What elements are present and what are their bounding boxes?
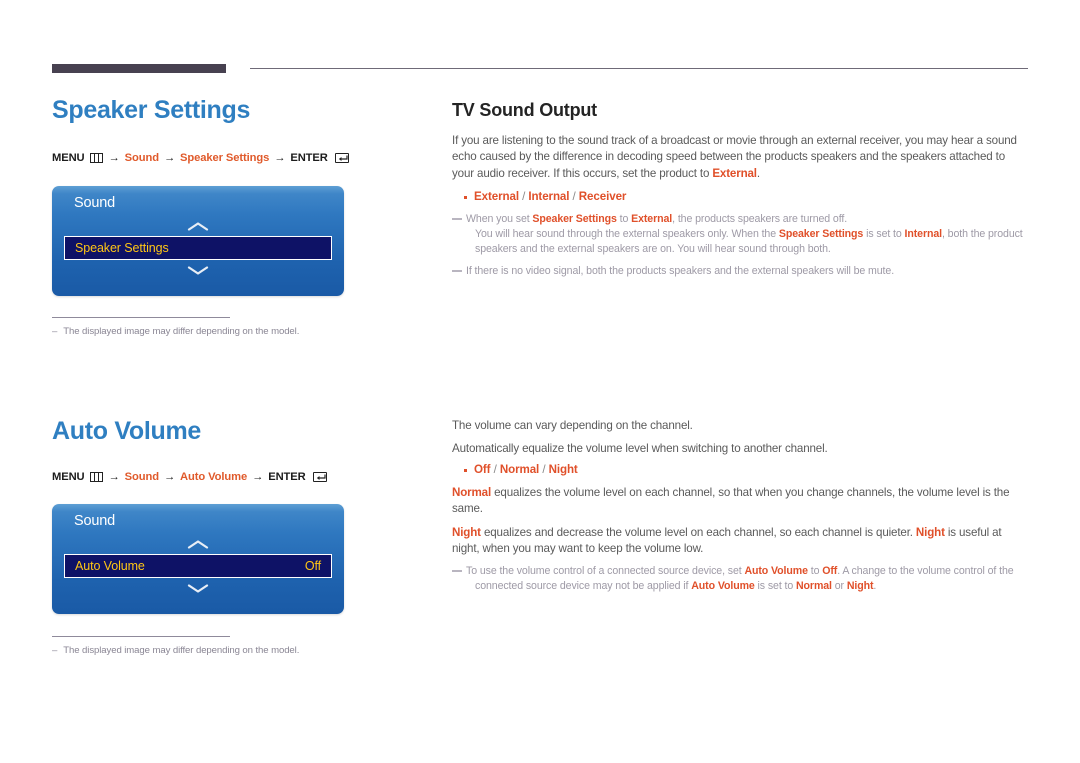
note-dash-icon <box>452 570 462 573</box>
enter-return-icon <box>312 472 327 482</box>
option-separator-1: / <box>522 190 526 204</box>
note-line-1: To use the volume control of a connected… <box>466 565 1014 578</box>
topic-tv-sound-output: TV Sound Output If you are listening to … <box>452 100 1028 286</box>
chevron-down-icon[interactable] <box>187 584 209 593</box>
menu-label: MENU <box>52 152 85 164</box>
path-step-sound: Sound <box>124 471 159 483</box>
chevron-up-icon[interactable] <box>187 222 209 231</box>
night-description-a: equalizes and decrease the volume level … <box>480 525 916 539</box>
option-off: Off <box>474 462 491 476</box>
menu-bars-icon <box>89 153 103 163</box>
enter-label: ENTER <box>268 471 306 483</box>
manual-page: Speaker Settings MENU → Sound → Speaker … <box>0 0 1080 763</box>
menu-row-value: Off <box>304 559 321 573</box>
footnote-speaker-settings: – The displayed image may differ dependi… <box>52 317 424 337</box>
option-separator-2: / <box>572 190 576 204</box>
header-rule-thick <box>52 64 226 73</box>
normal-description: equalizes the volume level on each chann… <box>452 485 1010 516</box>
footnote-auto-volume: – The displayed image may differ dependi… <box>52 636 424 656</box>
path-arrow-2: → <box>163 471 176 483</box>
note-keyword-off: Off <box>822 565 838 578</box>
note-dash-icon <box>452 270 462 273</box>
menu-label: MENU <box>52 471 85 483</box>
footnote-text: The displayed image may differ depending… <box>63 645 300 656</box>
option-separator-2: / <box>542 462 546 476</box>
menu-row-label: Speaker Settings <box>75 241 169 255</box>
option-list-auto-volume: Off / Normal / Night <box>464 462 1028 478</box>
note-line-1: When you set Speaker Settings to Externa… <box>466 213 848 226</box>
header-rule-thin <box>250 68 1028 69</box>
note-keyword-speaker-settings: Speaker Settings <box>532 213 617 226</box>
path-arrow-2: → <box>163 152 176 164</box>
note-line-2: You will hear sound through the external… <box>475 228 1023 256</box>
auto-volume-paragraph-normal: Normal equalizes the volume level on eac… <box>452 485 1028 518</box>
path-step-sound: Sound <box>124 152 159 164</box>
note-keyword-night: Night <box>846 580 874 593</box>
path-arrow-1: → <box>108 152 120 164</box>
option-receiver: Receiver <box>578 190 627 204</box>
panel-title: Sound <box>74 513 115 529</box>
section-speaker-settings-left: Speaker Settings <box>52 96 424 125</box>
path-arrow-3: → <box>274 152 286 164</box>
chevron-up-icon[interactable] <box>187 540 209 549</box>
footnote-divider <box>52 636 230 637</box>
keyword-normal: Normal <box>452 485 492 499</box>
menu-path-auto-volume: MENU → Sound → Auto Volume → ENTER <box>52 471 424 483</box>
path-arrow-1: → <box>108 471 120 483</box>
tv-menu-panel-speaker-settings[interactable]: Sound Speaker Settings <box>52 186 424 296</box>
tv-menu-panel-auto-volume[interactable]: Sound Auto Volume Off <box>52 504 424 614</box>
keyword-night-2: Night <box>915 525 945 539</box>
menu-row-label: Auto Volume <box>75 559 145 573</box>
option-external: External <box>474 190 519 204</box>
intro-keyword-external: External <box>712 166 757 180</box>
option-night: Night <box>548 462 578 476</box>
topic-intro-paragraph: If you are listening to the sound track … <box>452 133 1028 182</box>
section-auto-volume-left: Auto Volume <box>52 417 424 446</box>
auto-volume-paragraph-night: Night equalizes and decrease the volume … <box>452 525 1028 558</box>
enter-label: ENTER <box>290 152 328 164</box>
menu-row-selected[interactable]: Auto Volume Off <box>64 554 332 578</box>
auto-volume-paragraph-1: The volume can vary depending on the cha… <box>452 419 693 432</box>
footnote-text: The displayed image may differ depending… <box>63 326 300 337</box>
page-header-rule <box>52 64 1028 74</box>
auto-volume-paragraph-2: Automatically equalize the volume level … <box>452 442 828 456</box>
page-title-auto-volume: Auto Volume <box>52 417 202 445</box>
note-line-2: connected source device may not be appli… <box>475 580 877 593</box>
page-title-speaker-settings: Speaker Settings <box>52 96 251 124</box>
option-list-tv-sound-output: External / Internal / Receiver <box>464 189 1028 205</box>
note-keyword-auto-volume-2: Auto Volume <box>691 580 755 593</box>
keyword-night-1: Night <box>452 525 481 539</box>
enter-return-icon <box>334 153 349 163</box>
note-connected-source-device: To use the volume control of a connected… <box>452 564 1028 594</box>
path-step-target: Auto Volume <box>180 471 248 483</box>
option-normal: Normal <box>499 462 540 476</box>
note-keyword-normal: Normal <box>796 580 832 593</box>
option-separator-1: / <box>493 462 497 476</box>
menu-path-speaker-settings: MENU → Sound → Speaker Settings → ENTER <box>52 152 424 164</box>
path-arrow-3: → <box>252 471 264 483</box>
option-internal: Internal <box>528 190 570 204</box>
topic-title: TV Sound Output <box>452 100 597 120</box>
note-keyword-auto-volume: Auto Volume <box>744 565 808 578</box>
note-dash-icon <box>452 218 462 221</box>
intro-text-c: . <box>756 166 760 180</box>
footnote-dash: – <box>52 326 58 337</box>
chevron-down-icon[interactable] <box>187 266 209 275</box>
note-keyword-speaker-settings-2: Speaker Settings <box>778 228 864 241</box>
panel-title: Sound <box>74 195 115 211</box>
menu-bars-icon <box>89 472 103 482</box>
bullet-dot-icon <box>464 196 467 200</box>
note-keyword-external: External <box>631 213 673 226</box>
note-keyword-internal: Internal <box>904 228 943 241</box>
path-step-target: Speaker Settings <box>180 152 270 164</box>
note-no-video-signal: If there is no video signal, both the pr… <box>452 264 1028 279</box>
note-external-speakers: When you set Speaker Settings to Externa… <box>452 212 1028 257</box>
footnote-divider <box>52 317 230 318</box>
note-line-mute: If there is no video signal, both the pr… <box>466 265 895 278</box>
footnote-dash: – <box>52 645 58 656</box>
bullet-dot-icon <box>464 468 467 472</box>
menu-row-selected[interactable]: Speaker Settings <box>64 236 332 260</box>
topic-auto-volume: The volume can vary depending on the cha… <box>452 418 1028 601</box>
